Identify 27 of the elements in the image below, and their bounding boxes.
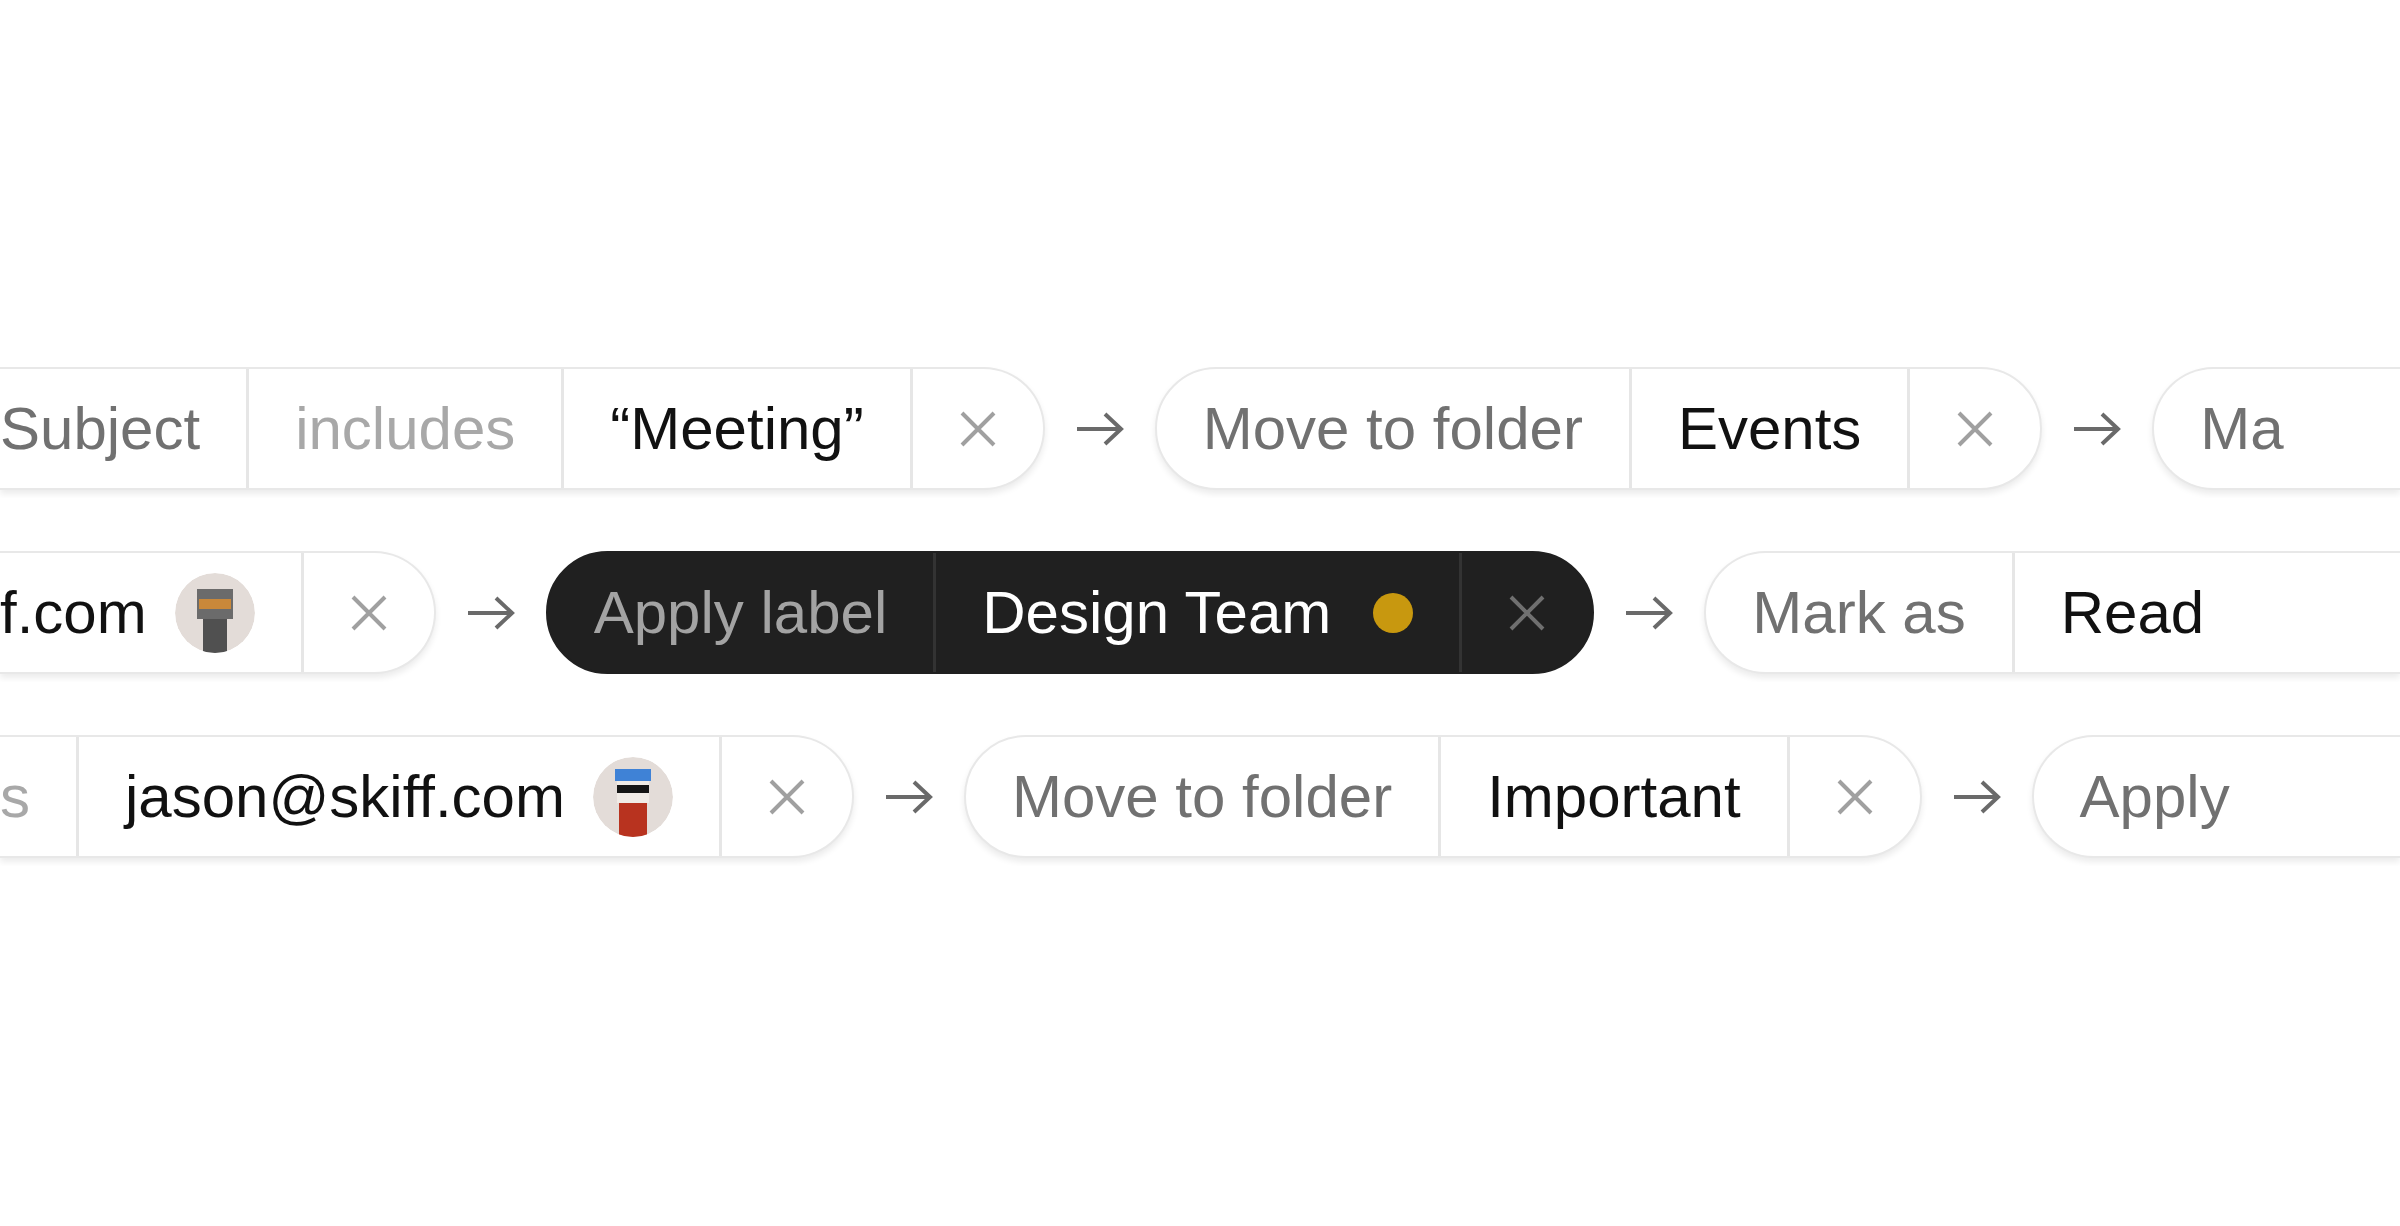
- filter-chip[interactable]: Apply: [2031, 735, 2400, 858]
- avatar-icon: [592, 756, 673, 837]
- filter-value: Events: [1677, 394, 1862, 463]
- filter-value: Important: [1487, 762, 1741, 831]
- filter-operator: includes: [295, 394, 516, 463]
- filter-value: “Meeting”: [610, 394, 864, 463]
- avatar-icon: [174, 572, 255, 653]
- filter-chip[interactable]: Ma: [2152, 367, 2400, 490]
- filter-value: Read: [2060, 578, 2205, 647]
- filter-field: Ma: [2200, 394, 2284, 463]
- filter-field: Apply: [2079, 762, 2230, 831]
- filter-chip[interactable]: Subject includes “Meeting”: [0, 367, 1045, 490]
- filter-chip[interactable]: Mark as Read: [1704, 551, 2400, 674]
- filter-chip[interactable]: Move to folder Events: [1154, 367, 2043, 490]
- filter-value: Design Team: [982, 578, 1332, 647]
- filter-chip[interactable]: Apply label Design Team: [545, 551, 1595, 674]
- filter-field: Move to folder: [1202, 394, 1583, 463]
- filter-field: Apply label: [593, 578, 888, 647]
- filter-chip[interactable]: s jason@skiff.com: [0, 735, 854, 858]
- email-address: jason@skiff.com: [125, 762, 565, 831]
- filter-field: Subject: [0, 394, 201, 463]
- filter-chip[interactable]: Move to folder Important: [963, 735, 1922, 858]
- filter-chip[interactable]: f.com: [0, 551, 436, 674]
- filter-operator: s: [0, 762, 30, 831]
- email-address: f.com: [0, 578, 147, 647]
- filter-field: Move to folder: [1011, 762, 1393, 831]
- filter-field: Mark as: [1752, 578, 1966, 647]
